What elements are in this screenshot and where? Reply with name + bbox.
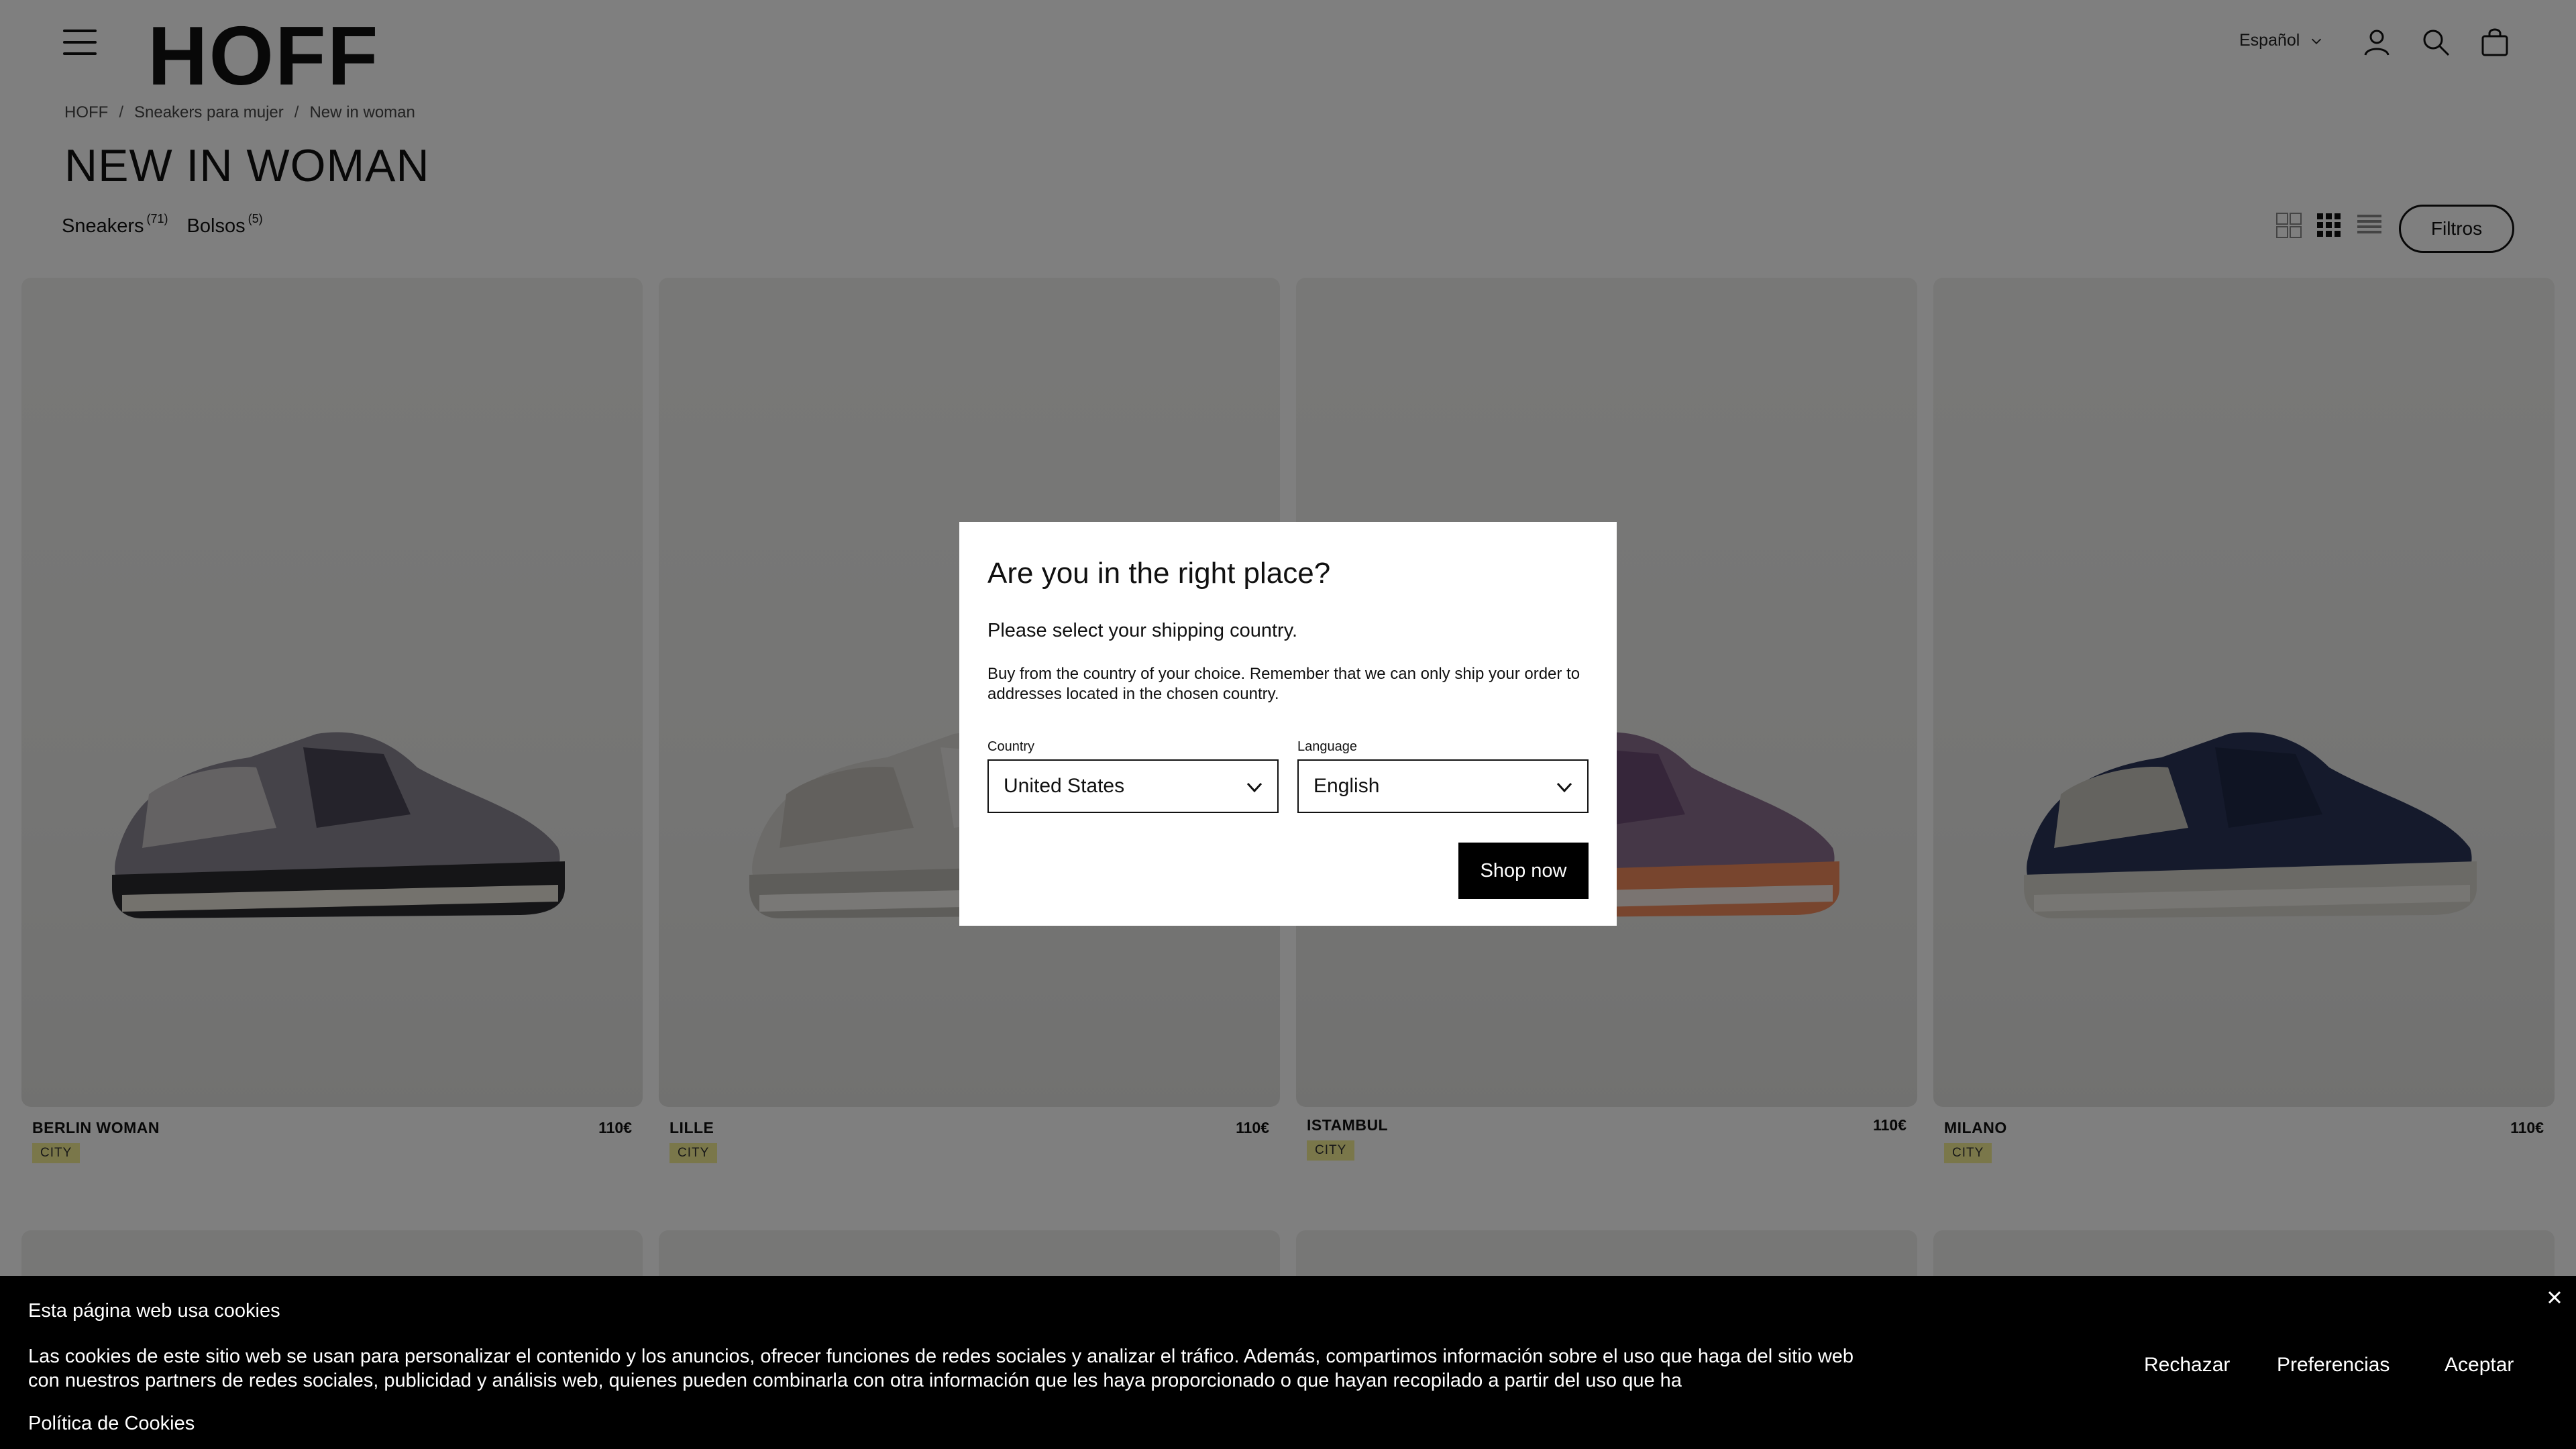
cookie-preferences-button[interactable]: Preferencias xyxy=(2277,1354,2390,1377)
chevron-down-icon xyxy=(1246,782,1263,793)
chevron-down-icon xyxy=(1556,782,1572,793)
accept-cookies-button[interactable]: Aceptar xyxy=(2445,1354,2514,1377)
country-label: Country xyxy=(987,739,1035,754)
page: HOFF Español HOFF / Sneakers para mujer … xyxy=(0,0,2576,1449)
cookie-banner: Esta página web usa cookies Las cookies … xyxy=(0,1276,2576,1449)
language-field-label: Language xyxy=(1297,739,1357,754)
modal-description: Buy from the country of your choice. Rem… xyxy=(987,665,1580,703)
shop-now-button[interactable]: Shop now xyxy=(1458,843,1589,899)
cookie-policy-link[interactable]: Política de Cookies xyxy=(28,1413,195,1435)
reject-cookies-button[interactable]: Rechazar xyxy=(2144,1354,2230,1377)
language-select[interactable]: English xyxy=(1297,759,1589,813)
country-select[interactable]: United States xyxy=(987,759,1279,813)
close-icon[interactable] xyxy=(2544,1287,2565,1308)
modal-subtitle: Please select your shipping country. xyxy=(987,620,1298,641)
language-select-value: English xyxy=(1313,775,1380,797)
modal-title: Are you in the right place? xyxy=(987,557,1331,590)
country-selection-modal: Are you in the right place? Please selec… xyxy=(959,522,1617,926)
country-select-value: United States xyxy=(1004,775,1125,797)
cookie-text: Las cookies de este sitio web se usan pa… xyxy=(28,1346,1854,1391)
cookie-title: Esta página web usa cookies xyxy=(28,1300,280,1322)
